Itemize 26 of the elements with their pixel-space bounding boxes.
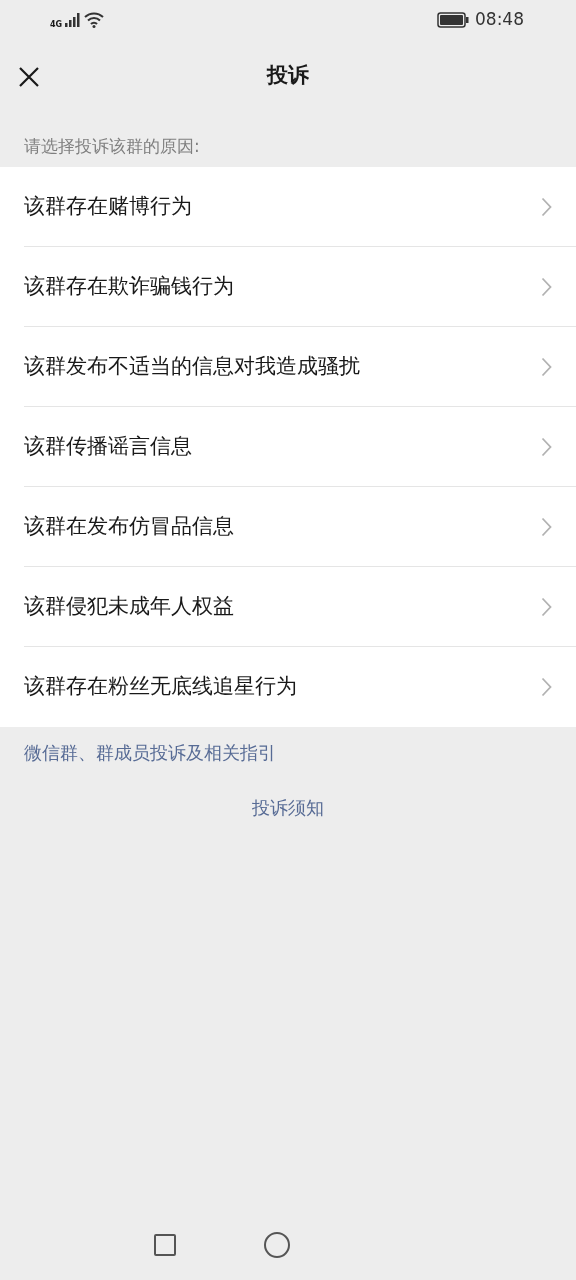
reason-item[interactable]: 该群侵犯未成年人权益 xyxy=(24,567,576,647)
chevron-right-icon xyxy=(541,356,552,377)
network-label: 4G xyxy=(50,19,63,31)
reason-item[interactable]: 该群发布不适当的信息对我造成骚扰 xyxy=(24,327,576,407)
chevron-right-icon xyxy=(541,436,552,457)
close-icon xyxy=(18,66,40,88)
chevron-right-icon xyxy=(541,276,552,297)
reason-item[interactable]: 该群存在欺诈骗钱行为 xyxy=(24,247,576,327)
wifi-icon xyxy=(84,12,105,28)
reason-item[interactable]: 该群存在赌博行为 xyxy=(24,167,576,247)
guide-link[interactable]: 微信群、群成员投诉及相关指引 xyxy=(24,742,276,763)
home-button[interactable] xyxy=(264,1232,290,1258)
reason-item[interactable]: 该群存在粉丝无底线追星行为 xyxy=(24,647,576,727)
chevron-right-icon xyxy=(541,596,552,617)
notice-link[interactable]: 投诉须知 xyxy=(252,794,324,821)
signal-icon xyxy=(65,13,82,27)
chevron-right-icon xyxy=(541,196,552,217)
page-title: 投诉 xyxy=(267,62,309,90)
chevron-right-icon xyxy=(541,677,552,697)
recent-apps-button[interactable] xyxy=(154,1234,176,1256)
reason-item[interactable]: 该群传播谣言信息 xyxy=(24,407,576,487)
status-time: 08:48 xyxy=(475,8,524,32)
chevron-right-icon xyxy=(541,516,552,537)
battery-icon xyxy=(437,12,469,28)
reason-item[interactable]: 该群在发布仿冒品信息 xyxy=(24,487,576,567)
section-label: 请选择投诉该群的原因: xyxy=(24,134,200,158)
